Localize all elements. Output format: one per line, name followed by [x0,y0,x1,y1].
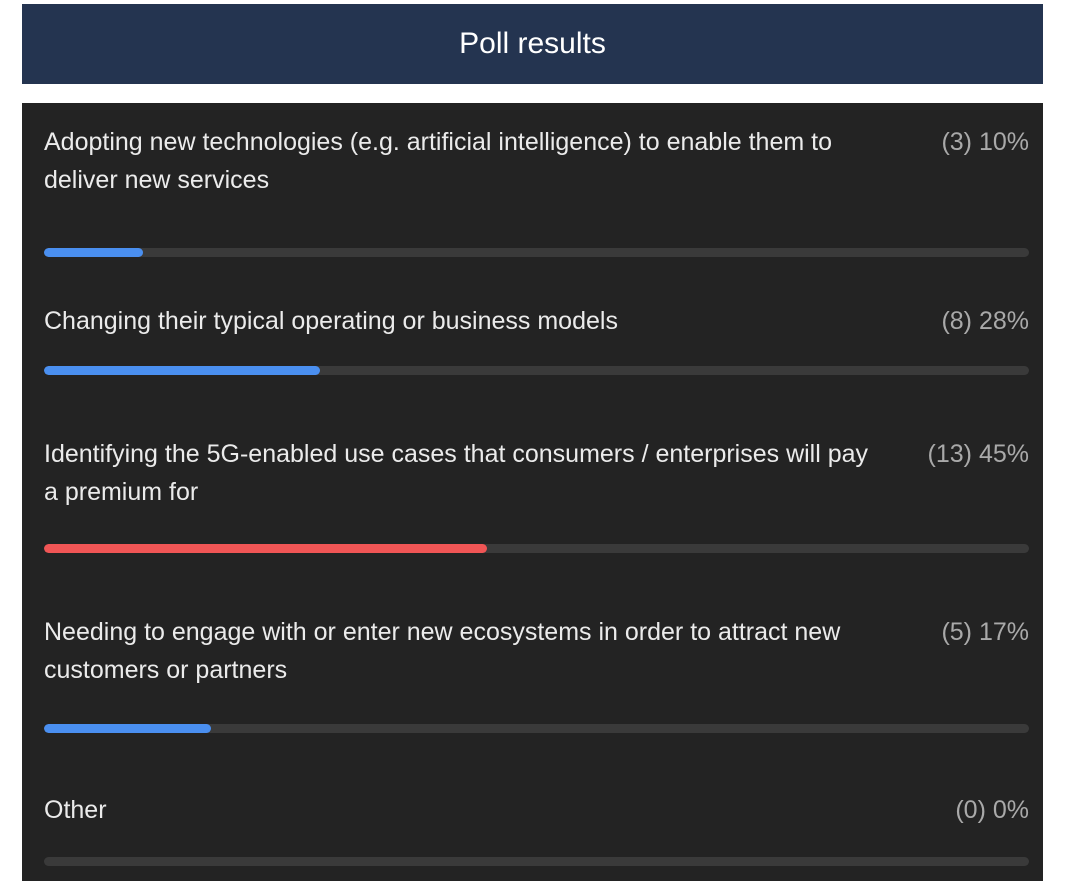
poll-option-bar-track [44,857,1029,866]
poll-option-stat: (13) 45% [927,440,1029,468]
poll-option-stat: (8) 28% [941,307,1029,335]
poll-option-bar-track [44,724,1029,733]
poll-option-label: Other [44,796,107,824]
poll-results-header: Poll results [22,4,1043,84]
poll-option-bar-fill [44,544,488,553]
poll-option-bar-fill [44,724,212,733]
poll-option-label: Changing their typical operating or busi… [44,307,618,335]
poll-option-label: Adopting new technologies (e.g. artifici… [44,128,832,194]
poll-option-bar-track [44,248,1029,257]
poll-option-label: Needing to engage with or enter new ecos… [44,618,841,684]
poll-option-bar-fill [44,248,143,257]
poll-option-bar-fill [44,366,320,375]
poll-option-bar-track [44,544,1029,553]
poll-option-bar-track [44,366,1029,375]
poll-results-panel: Adopting new technologies (e.g. artifici… [22,103,1043,881]
poll-option-stat: (5) 17% [941,618,1029,646]
poll-option-label: Identifying the 5G-enabled use cases tha… [44,440,869,506]
poll-option-stat: (3) 10% [941,128,1029,156]
poll-option-stat: (0) 0% [955,796,1029,824]
page-title: Poll results [459,27,606,60]
